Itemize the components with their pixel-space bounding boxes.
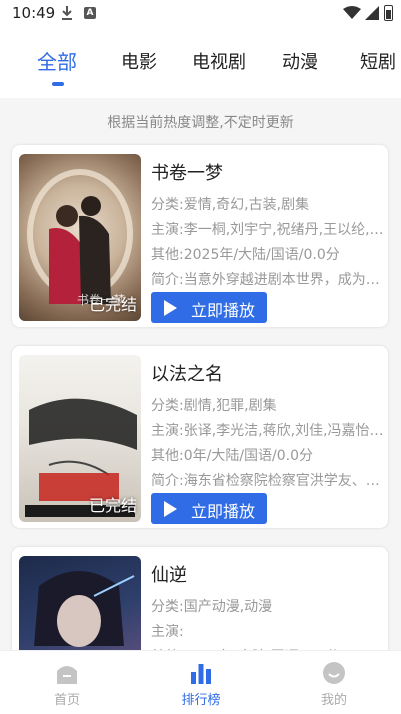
category-tabs: 全部 电影 电视剧 动漫 短剧 bbox=[0, 28, 401, 98]
active-tab-indicator bbox=[52, 82, 64, 86]
tab-anime[interactable]: 动漫 bbox=[282, 48, 318, 74]
item-title[interactable]: 书卷一梦 bbox=[151, 159, 223, 185]
completion-status: 已完结 bbox=[88, 496, 137, 515]
nav-ranking[interactable]: 排行榜 bbox=[134, 651, 268, 714]
status-bar: 10:49 A bbox=[0, 0, 401, 28]
nav-ranking-label: 排行榜 bbox=[181, 693, 221, 708]
item-category: 分类:国产动漫,动漫 bbox=[151, 599, 273, 615]
play-button-label: 立即播放 bbox=[191, 502, 256, 521]
tab-movies[interactable]: 电影 bbox=[121, 48, 157, 74]
item-title[interactable]: 以法之名 bbox=[151, 360, 223, 386]
ranking-icon bbox=[191, 664, 211, 684]
poster-image[interactable]: 书卷一梦 已完结 bbox=[19, 154, 141, 321]
nav-profile[interactable]: 我的 bbox=[267, 651, 401, 714]
item-cast: 主演: bbox=[151, 624, 184, 640]
item-intro: 简介:海东省检察院检察官洪学友、… bbox=[151, 473, 380, 489]
item-category: 分类:爱情,奇幻,古装,剧集 bbox=[151, 197, 310, 213]
play-icon bbox=[164, 501, 177, 517]
play-button-label: 立即播放 bbox=[191, 301, 256, 320]
download-icon bbox=[62, 6, 72, 20]
item-other: 其他:2025年/大陆/国语/0.0分 bbox=[151, 247, 340, 263]
nav-home-label: 首页 bbox=[53, 693, 80, 708]
nav-profile-label: 我的 bbox=[320, 693, 347, 708]
item-intro: 简介:当意外穿越进剧本世界，成为… bbox=[151, 272, 380, 288]
signal-icon bbox=[365, 6, 379, 20]
tab-all[interactable]: 全部 bbox=[37, 46, 77, 75]
item-cast: 主演:李一桐,刘宇宁,祝绪丹,王以纶,… bbox=[151, 222, 384, 238]
play-icon bbox=[164, 300, 177, 316]
list-item[interactable]: 已完结 以法之名 分类:剧情,犯罪,剧集 主演:张译,李光洁,蒋欣,刘佳,冯嘉怡… bbox=[12, 346, 388, 528]
item-category: 分类:剧情,犯罪,剧集 bbox=[151, 398, 277, 414]
tab-tv-series[interactable]: 电视剧 bbox=[192, 48, 246, 74]
bottom-navigation: 首页 排行榜 我的 bbox=[0, 650, 401, 714]
wifi-icon bbox=[343, 6, 361, 19]
completion-status: 已完结 bbox=[88, 295, 137, 314]
item-other: 其他:0年/大陆/国语/0.0分 bbox=[151, 448, 314, 464]
play-now-button[interactable]: 立即播放 bbox=[151, 493, 267, 524]
item-title[interactable]: 仙逆 bbox=[151, 561, 187, 587]
nav-home[interactable]: 首页 bbox=[0, 651, 134, 714]
tab-short-drama[interactable]: 短剧 bbox=[360, 48, 396, 74]
status-time: 10:49 bbox=[12, 4, 56, 22]
app-notification-icon: A bbox=[84, 7, 96, 19]
play-now-button[interactable]: 立即播放 bbox=[151, 292, 267, 323]
profile-icon bbox=[323, 662, 345, 684]
list-item[interactable]: 书卷一梦 已完结 书卷一梦 分类:爱情,奇幻,古装,剧集 主演:李一桐,刘宇宁,… bbox=[12, 145, 388, 327]
item-cast: 主演:张译,李光洁,蒋欣,刘佳,冯嘉怡,… bbox=[151, 423, 387, 439]
poster-image[interactable]: 已完结 bbox=[19, 355, 141, 522]
ranking-hint: 根据当前热度调整,不定时更新 bbox=[107, 115, 294, 131]
home-icon bbox=[57, 666, 77, 684]
battery-icon bbox=[384, 5, 393, 21]
